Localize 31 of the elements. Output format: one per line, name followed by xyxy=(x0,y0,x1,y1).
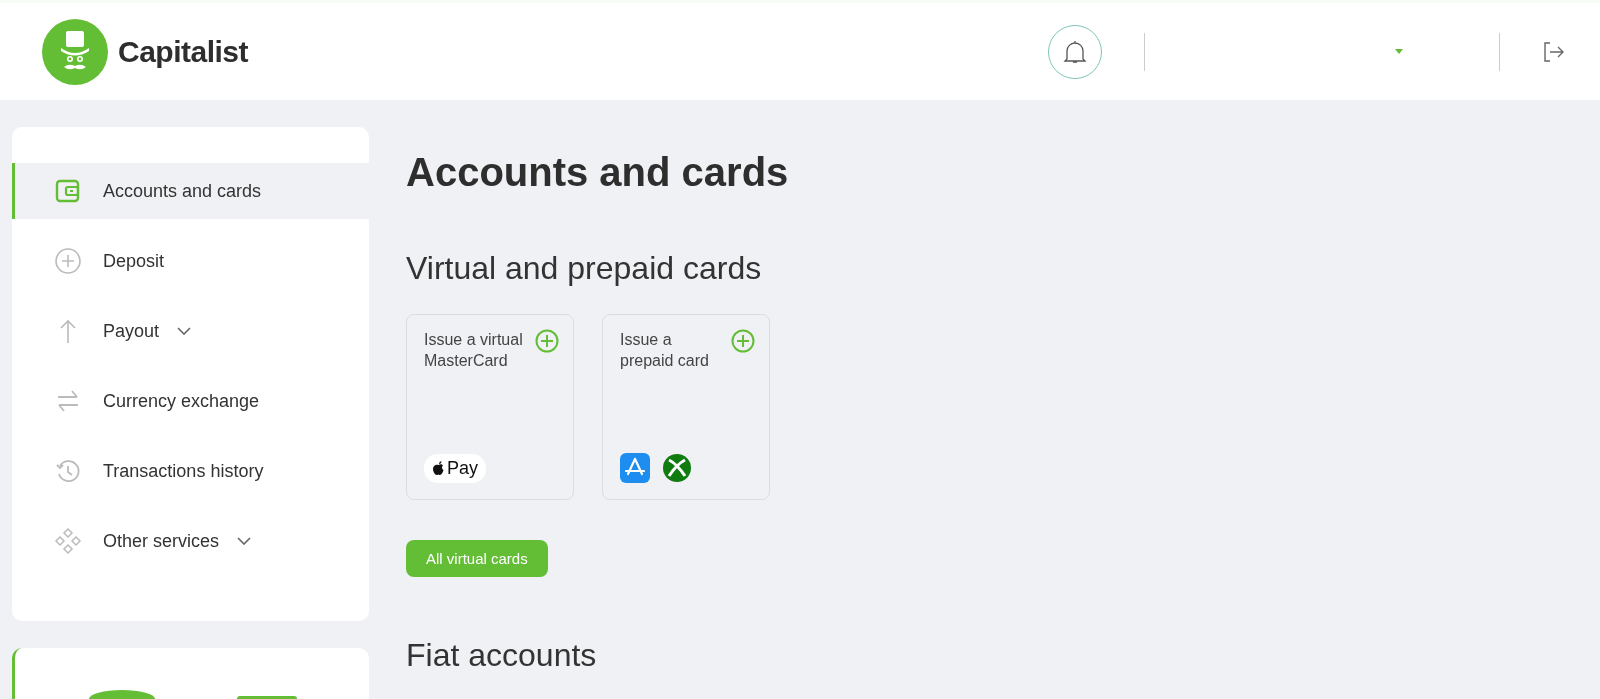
page-title: Accounts and cards xyxy=(406,149,789,196)
app-store-icon xyxy=(620,453,650,483)
section-title: Fiat accounts xyxy=(406,636,598,675)
arrow-up-icon xyxy=(58,318,78,344)
card-title: Issue a prepaid card xyxy=(620,330,710,371)
apple-icon xyxy=(432,460,445,477)
sidebar-item[interactable]: Transactions history xyxy=(12,443,369,499)
diamonds-icon xyxy=(54,527,82,555)
sidebar-item[interactable]: Other services xyxy=(12,513,369,569)
history-icon xyxy=(55,458,81,484)
caret-down-icon[interactable] xyxy=(1395,49,1403,54)
issue-card[interactable]: Issue a prepaid card xyxy=(602,314,770,500)
card-title: Issue a virtual MasterCard xyxy=(424,330,524,371)
logout-icon[interactable] xyxy=(1542,41,1564,62)
add-icon[interactable] xyxy=(731,329,755,353)
sidebar-item[interactable]: Payout xyxy=(12,303,369,359)
wallet-icon xyxy=(55,178,81,204)
add-icon[interactable] xyxy=(535,329,559,353)
sidebar-item[interactable]: Deposit xyxy=(12,233,369,289)
sidebar-item[interactable]: Accounts and cards xyxy=(12,163,369,219)
issue-card[interactable]: Issue a virtual MasterCard Pay xyxy=(406,314,574,500)
bell-icon xyxy=(1063,38,1087,65)
apple-pay-badge: Pay xyxy=(424,454,487,483)
sidebar-item[interactable]: Currency exchange xyxy=(12,373,369,429)
exchange-icon xyxy=(56,388,80,414)
section-title: Virtual and prepaid cards xyxy=(406,249,763,288)
logo-icon[interactable] xyxy=(42,18,108,85)
plus-circle-icon xyxy=(54,247,82,275)
notifications-button[interactable] xyxy=(1048,24,1102,79)
brand-name: Capitalist xyxy=(118,34,249,69)
xbox-icon xyxy=(662,453,692,483)
